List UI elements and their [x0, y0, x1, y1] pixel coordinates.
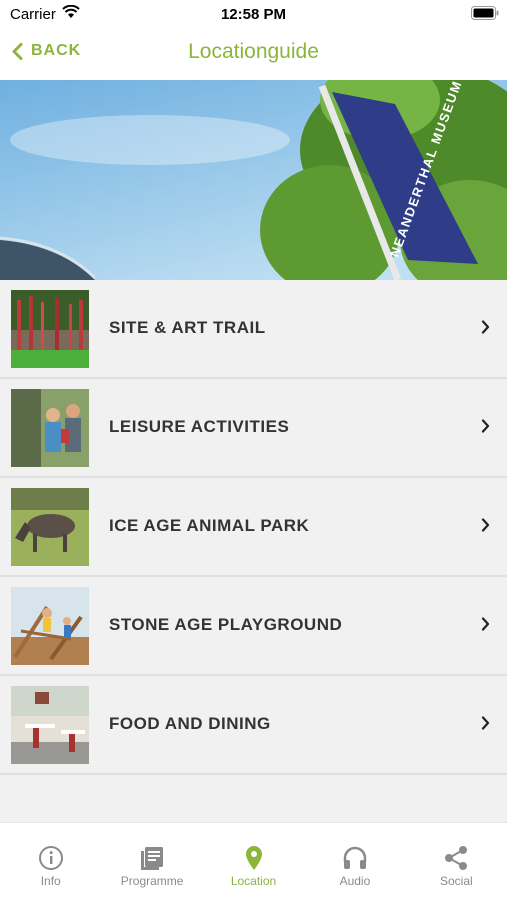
chevron-right-icon: [481, 617, 490, 631]
list-item-site-art-trail[interactable]: SITE & ART TRAIL: [0, 280, 507, 379]
chevron-right-icon: [481, 419, 490, 433]
list-item-food-and-dining[interactable]: FOOD AND DINING: [0, 676, 507, 775]
page-title: Locationguide: [188, 40, 319, 63]
info-icon: [38, 846, 63, 870]
share-icon: [445, 846, 468, 870]
tab-programme[interactable]: Programme: [101, 823, 202, 900]
tab-label: Location: [230, 874, 277, 888]
list-item-label: STONE AGE PLAYGROUND: [109, 615, 343, 634]
battery-icon: [471, 6, 499, 20]
navigation-bar: BACK Locationguide: [0, 30, 507, 80]
list-item-ice-age-animal-park[interactable]: ICE AGE ANIMAL PARK: [0, 478, 507, 577]
location-pin-icon: [245, 846, 262, 870]
thumbnail-ice-age-animal-park: [11, 488, 89, 566]
thumbnail-leisure-activities: [11, 389, 89, 467]
list-item-label: LEISURE ACTIVITIES: [109, 417, 290, 436]
thumbnail-site-art-trail: [11, 290, 89, 368]
tab-info[interactable]: Info: [0, 823, 101, 900]
clock: 12:58 PM: [220, 6, 287, 23]
programme-icon: [141, 847, 164, 870]
chevron-right-icon: [481, 320, 490, 334]
list-item-label: FOOD AND DINING: [109, 714, 271, 733]
list-item-label: ICE AGE ANIMAL PARK: [109, 516, 310, 535]
tab-label: Audio: [339, 874, 371, 888]
list-item-label: SITE & ART TRAIL: [109, 318, 266, 337]
list-item-leisure-activities[interactable]: LEISURE ACTIVITIES: [0, 379, 507, 478]
chevron-right-icon: [481, 716, 490, 730]
chevron-right-icon: [481, 518, 490, 532]
tab-label: Info: [40, 874, 61, 888]
headphones-icon: [343, 846, 367, 869]
location-list: SITE & ART TRAIL LEISURE ACTIVITIES ICE …: [0, 280, 507, 775]
tab-bar: Info Programme Location Audio Social: [0, 822, 507, 900]
hero-image: NEANDERTHAL MUSEUM: [0, 80, 507, 280]
status-bar: Carrier 12:58 PM: [0, 0, 507, 30]
thumbnail-food-and-dining: [11, 686, 89, 764]
tab-label: Programme: [120, 874, 184, 888]
tab-label: Social: [439, 874, 473, 888]
thumbnail-stone-age-playground: [11, 587, 89, 665]
tab-audio[interactable]: Audio: [304, 823, 405, 900]
tab-location[interactable]: Location: [203, 823, 304, 900]
tab-social[interactable]: Social: [406, 823, 507, 900]
hero-scene: NEANDERTHAL MUSEUM: [0, 80, 507, 280]
list-item-stone-age-playground[interactable]: STONE AGE PLAYGROUND: [0, 577, 507, 676]
